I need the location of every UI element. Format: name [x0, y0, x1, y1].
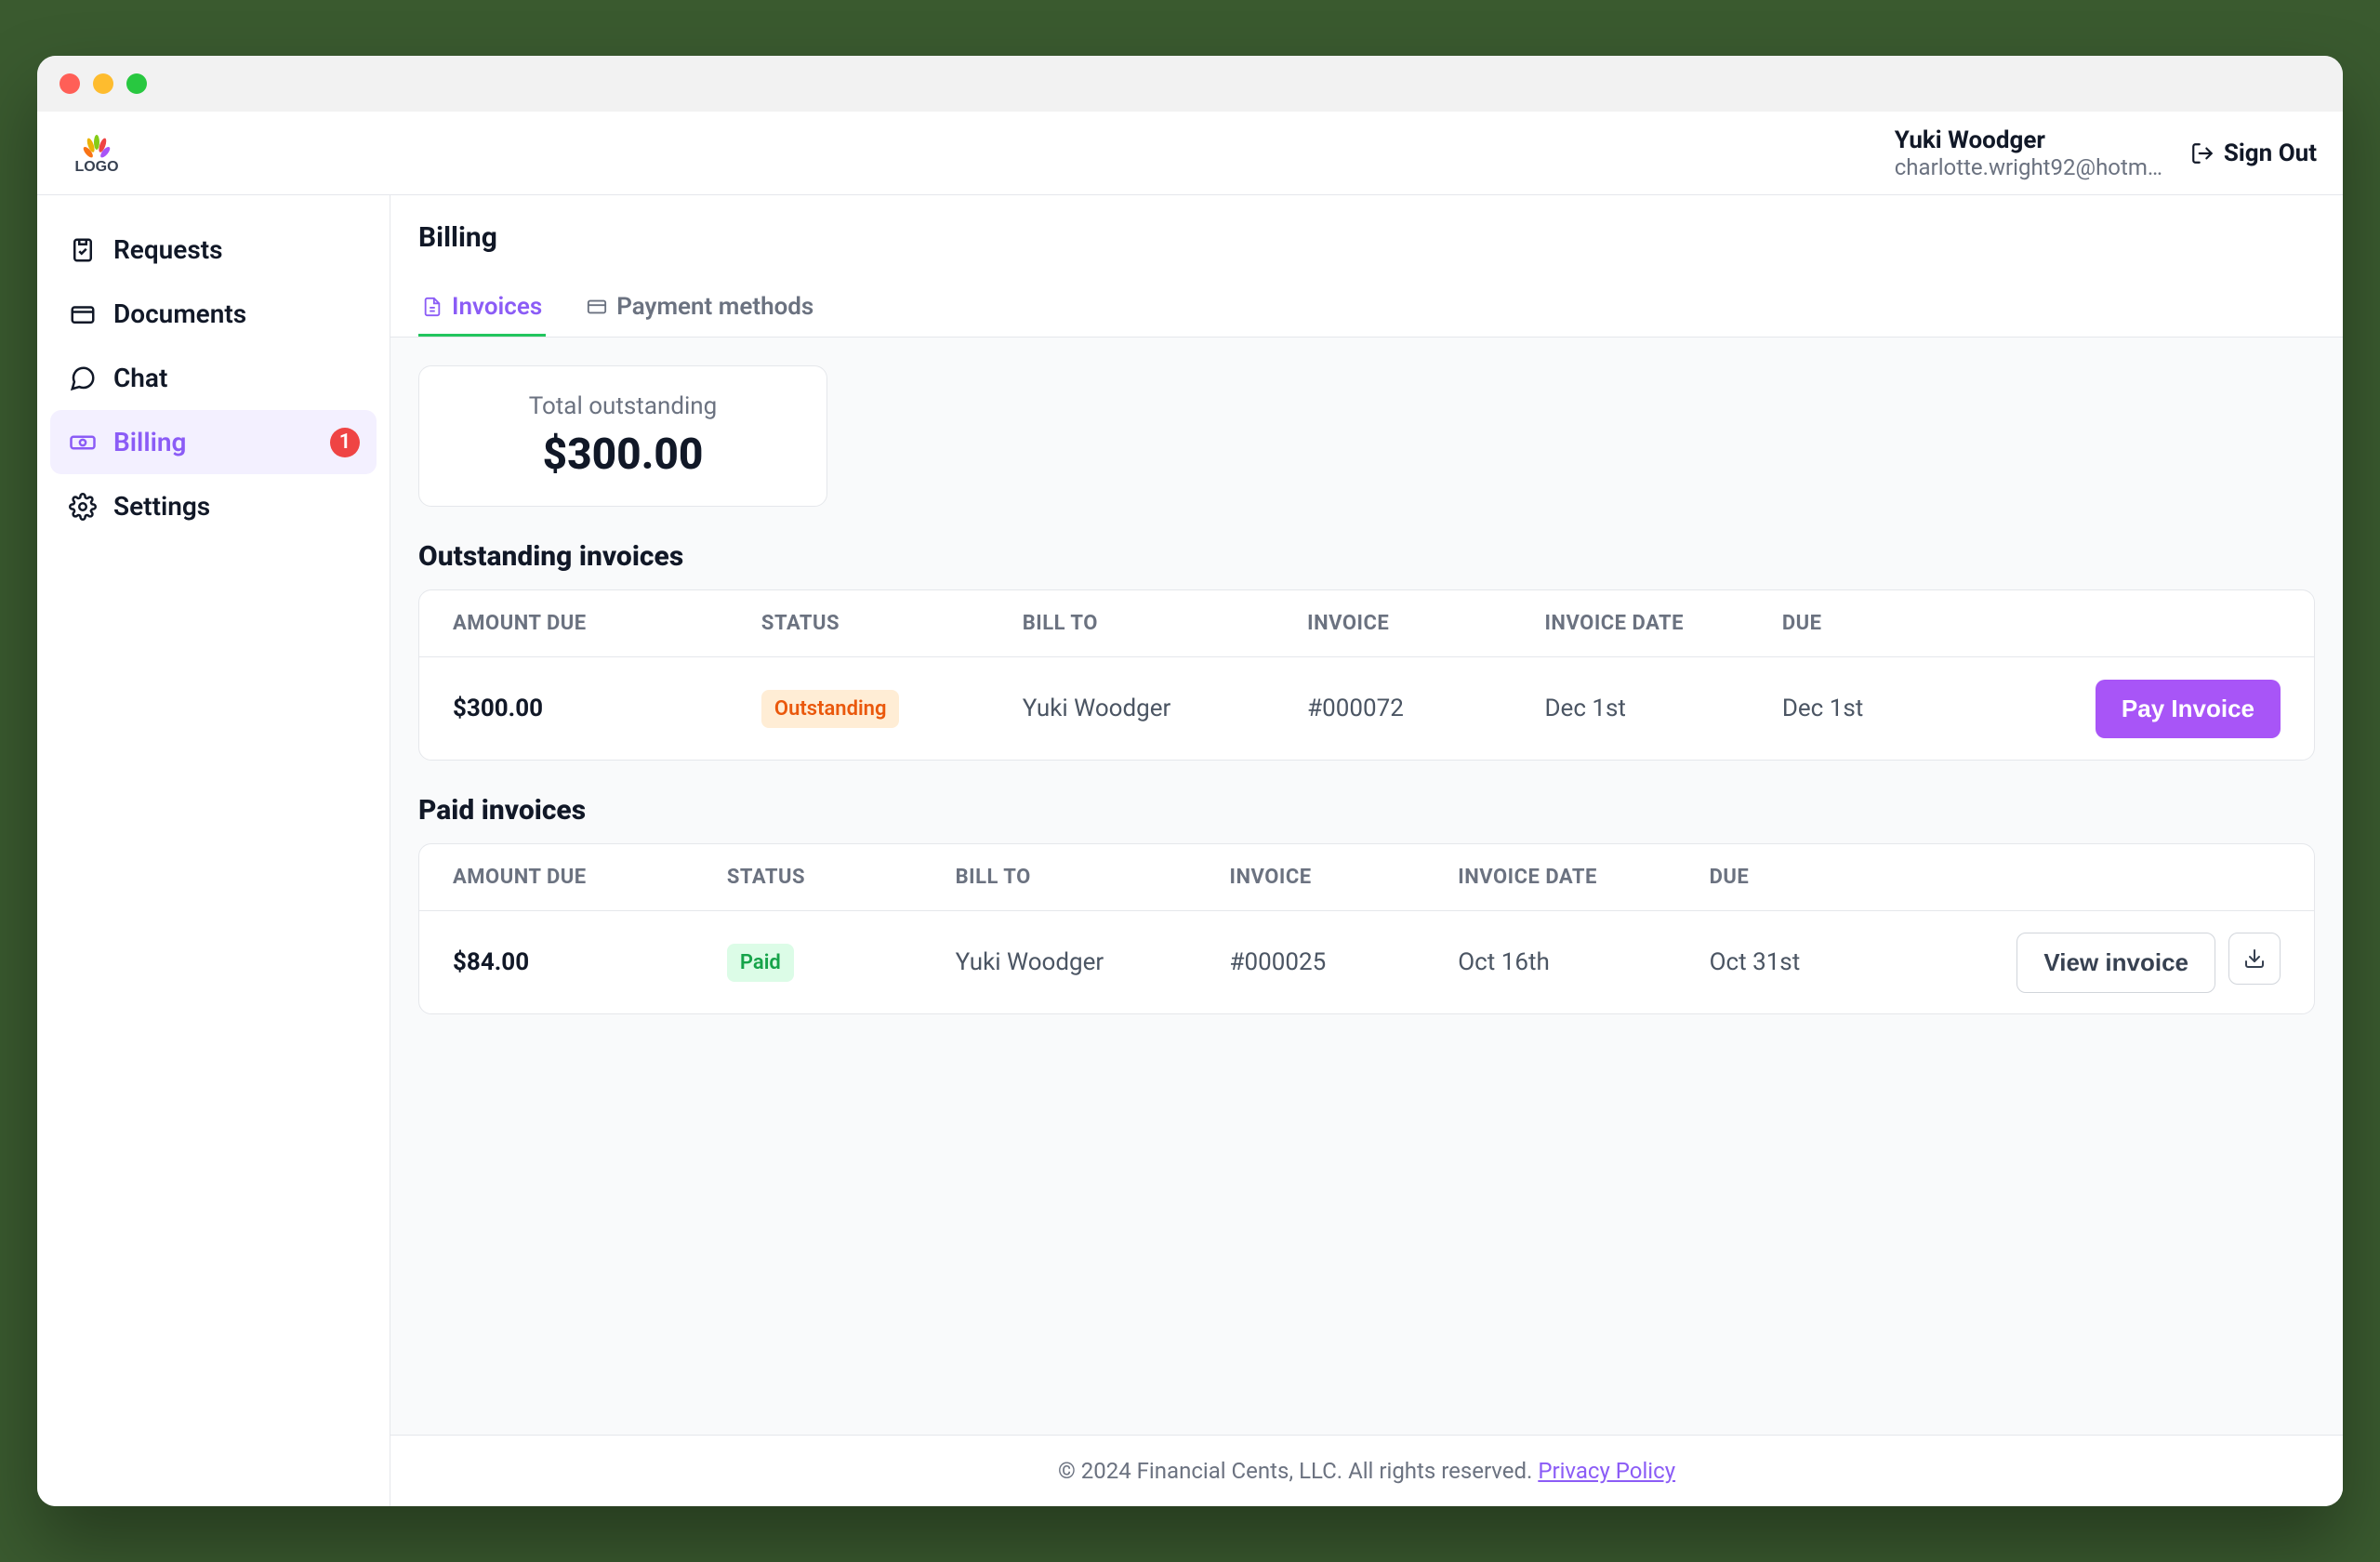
- invoice-date-cell: Dec 1st: [1544, 695, 1781, 722]
- footer: © 2024 Financial Cents, LLC. All rights …: [390, 1435, 2343, 1506]
- sidebar-item-label: Settings: [113, 491, 210, 522]
- view-invoice-button[interactable]: View invoice: [2016, 933, 2215, 993]
- maximize-window-icon[interactable]: [126, 73, 147, 94]
- close-window-icon[interactable]: [60, 73, 80, 94]
- column-header: BILL TO: [1023, 612, 1307, 635]
- invoice-date-cell: Oct 16th: [1458, 948, 1709, 976]
- sidebar-item-label: Billing: [113, 427, 186, 457]
- sidebar-item-documents[interactable]: Documents: [50, 282, 377, 346]
- summary-value: $300.00: [445, 430, 800, 480]
- sidebar: Requests Documents Chat Billing 1 Settin…: [37, 195, 390, 1506]
- status-badge: Paid: [727, 944, 794, 982]
- footer-copyright: © 2024 Financial Cents, LLC. All rights …: [1058, 1458, 1538, 1484]
- tab-invoices[interactable]: Invoices: [418, 280, 546, 337]
- notification-badge: 1: [330, 428, 360, 457]
- user-email: charlotte.wright92@hotm…: [1895, 154, 2162, 180]
- window-titlebar: [37, 56, 2343, 112]
- chat-icon: [69, 364, 97, 392]
- invoice-cell: #000025: [1230, 948, 1459, 976]
- sidebar-item-label: Requests: [113, 234, 223, 265]
- tab-payment-methods[interactable]: Payment methods: [583, 280, 817, 337]
- download-invoice-button[interactable]: [2228, 933, 2281, 985]
- signout-label: Sign Out: [2224, 139, 2317, 167]
- paid-invoices-table: AMOUNT DUE STATUS BILL TO INVOICE INVOIC…: [418, 843, 2315, 1014]
- due-cell: Dec 1st: [1782, 695, 2019, 722]
- page-title: Billing: [418, 221, 2315, 254]
- sidebar-item-label: Chat: [113, 363, 167, 393]
- tab-label: Invoices: [452, 293, 542, 321]
- logo-icon: LOGO: [63, 132, 130, 175]
- column-header: STATUS: [761, 612, 1023, 635]
- clipboard-icon: [69, 236, 97, 264]
- table-header: AMOUNT DUE STATUS BILL TO INVOICE INVOIC…: [419, 590, 2314, 657]
- minimize-window-icon[interactable]: [93, 73, 113, 94]
- app-header: LOGO Yuki Woodger charlotte.wright92@hot…: [37, 112, 2343, 195]
- column-header: INVOICE DATE: [1544, 612, 1781, 635]
- column-header: STATUS: [727, 866, 956, 889]
- outstanding-invoices-table: AMOUNT DUE STATUS BILL TO INVOICE INVOIC…: [418, 589, 2315, 761]
- invoice-cell: #000072: [1307, 695, 1544, 722]
- signout-icon: [2190, 141, 2215, 165]
- credit-card-icon: [587, 297, 607, 317]
- tabs: Invoices Payment methods: [418, 280, 2315, 337]
- table-row: $84.00 Paid Yuki Woodger #000025 Oct 16t…: [419, 911, 2314, 1013]
- document-icon: [422, 297, 443, 317]
- sidebar-item-settings[interactable]: Settings: [50, 474, 377, 538]
- due-cell: Oct 31st: [1710, 948, 1984, 976]
- total-outstanding-card: Total outstanding $300.00: [418, 365, 827, 507]
- bill-to-cell: Yuki Woodger: [1023, 695, 1307, 722]
- folder-icon: [69, 300, 97, 328]
- download-icon: [2243, 947, 2266, 970]
- money-icon: [69, 429, 97, 457]
- column-header: AMOUNT DUE: [453, 866, 727, 889]
- svg-text:LOGO: LOGO: [74, 159, 118, 175]
- user-name: Yuki Woodger: [1895, 126, 2162, 154]
- main-content: Billing Invoices Payment methods Total o…: [390, 195, 2343, 1506]
- sidebar-item-label: Documents: [113, 298, 246, 329]
- status-badge: Outstanding: [761, 690, 900, 728]
- column-header: INVOICE DATE: [1458, 866, 1709, 889]
- pay-invoice-button[interactable]: Pay Invoice: [2096, 680, 2281, 738]
- privacy-policy-link[interactable]: Privacy Policy: [1538, 1458, 1675, 1484]
- table-row: $300.00 Outstanding Yuki Woodger #000072…: [419, 657, 2314, 760]
- gear-icon: [69, 493, 97, 521]
- bill-to-cell: Yuki Woodger: [956, 948, 1230, 976]
- logo: LOGO: [63, 132, 130, 175]
- tab-label: Payment methods: [616, 293, 813, 321]
- user-block: Yuki Woodger charlotte.wright92@hotm…: [1895, 126, 2162, 180]
- column-header: DUE: [1782, 612, 2019, 635]
- column-header: AMOUNT DUE: [453, 612, 761, 635]
- column-header: INVOICE: [1307, 612, 1544, 635]
- amount-cell: $84.00: [453, 948, 727, 976]
- column-header: BILL TO: [956, 866, 1230, 889]
- paid-section-title: Paid invoices: [418, 794, 2315, 827]
- sidebar-item-requests[interactable]: Requests: [50, 218, 377, 282]
- app-window: LOGO Yuki Woodger charlotte.wright92@hot…: [37, 56, 2343, 1506]
- sidebar-item-chat[interactable]: Chat: [50, 346, 377, 410]
- amount-cell: $300.00: [453, 695, 761, 722]
- summary-label: Total outstanding: [445, 392, 800, 420]
- column-header: INVOICE: [1230, 866, 1459, 889]
- signout-button[interactable]: Sign Out: [2190, 139, 2317, 167]
- sidebar-item-billing[interactable]: Billing 1: [50, 410, 377, 474]
- table-header: AMOUNT DUE STATUS BILL TO INVOICE INVOIC…: [419, 844, 2314, 911]
- outstanding-section-title: Outstanding invoices: [418, 540, 2315, 573]
- column-header: DUE: [1710, 866, 1984, 889]
